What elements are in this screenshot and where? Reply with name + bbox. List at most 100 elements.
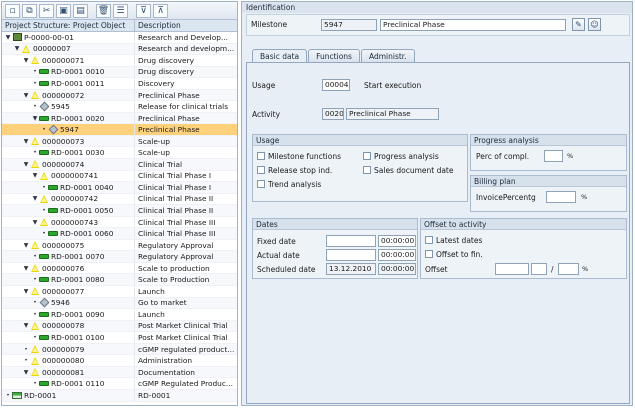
actual-date-field[interactable] (326, 249, 376, 261)
expand-toggle-icon[interactable]: ▼ (31, 219, 39, 226)
expand-toggle-icon[interactable]: ▼ (22, 242, 30, 249)
tree-row[interactable]: ▼ 000000077 Launch (2, 286, 237, 298)
release-stop-checkbox[interactable] (257, 166, 265, 174)
tree-row[interactable]: ▼ 000000073 Scale-up (2, 135, 237, 148)
activity-icon (39, 275, 49, 284)
fixed-date-label: Fixed date (257, 237, 296, 246)
tree-row[interactable]: ▼ 00000007 Research and developm... (2, 43, 237, 56)
tab-administration[interactable]: Administr. (360, 49, 415, 63)
tree-row[interactable]: • 5946 Go to market (2, 297, 237, 310)
expand-toggle-icon[interactable]: ▼ (22, 288, 30, 295)
expand-toggle-icon[interactable]: ▼ (13, 45, 21, 52)
tree-row[interactable]: • RD-0001 0010 Drug discovery (2, 66, 237, 79)
tree-row[interactable]: ▼ P-0000-00-01 Research and Develop... (2, 32, 237, 44)
offset-unit-field[interactable] (531, 263, 547, 275)
activity-icon-shape (39, 311, 49, 317)
tree-row[interactable]: • 000000080 Administration (2, 355, 237, 367)
tree-description-cell: Drug discovery (138, 67, 194, 77)
milestone-description-field[interactable]: Preclinical Phase (380, 19, 566, 31)
expand-toggle-icon[interactable]: ▼ (22, 161, 30, 168)
tree-row-selected[interactable]: • 5947 Preclinical Phase (2, 124, 237, 136)
paste-special-icon[interactable]: ▤ (73, 3, 88, 18)
project-definition-icon-shape (12, 33, 22, 42)
expand-toggle-icon[interactable]: ▼ (31, 115, 39, 122)
expand-toggle-icon[interactable]: ▼ (4, 34, 12, 41)
new-document-icon[interactable]: ▫ (5, 3, 20, 18)
fixed-time-field[interactable]: 00:00:00 (378, 235, 416, 247)
tree-row[interactable]: • RD-0001 0011 Discovery (2, 78, 237, 90)
tab-functions[interactable]: Functions (308, 49, 360, 63)
tree-description-cell: Regulatory Approval (138, 252, 214, 262)
expand-toggle-icon[interactable]: ▼ (22, 92, 30, 99)
progress-analysis-checkbox[interactable] (363, 152, 371, 160)
tree-row[interactable]: ▼ 0000000743 Clinical Trial Phase III (2, 216, 237, 229)
leaf-bullet-icon: • (33, 68, 37, 76)
expand-toggle-icon[interactable]: ▼ (22, 265, 30, 272)
leaf-bullet-icon: • (33, 276, 37, 284)
tree-row[interactable]: ▼ 000000078 Post Market Clinical Trial (2, 320, 237, 333)
expand-toggle-icon[interactable]: ▼ (22, 322, 30, 329)
tree-row[interactable]: ▼ 000000074 Clinical Trial (2, 159, 237, 171)
milestone-functions-checkbox[interactable] (257, 152, 265, 160)
paste-icon[interactable]: ▣ (56, 3, 71, 18)
leaf-bullet-icon: • (42, 230, 46, 238)
expand-toggle-icon[interactable]: ▼ (22, 57, 30, 64)
sales-document-date-checkbox[interactable] (363, 166, 371, 174)
expand-icon[interactable]: ⊽ (136, 3, 151, 18)
collapse-icon[interactable]: ⊼ (153, 3, 168, 18)
tree-row[interactable]: • RD-0001 0090 Launch (2, 309, 237, 321)
usage-field[interactable]: 00004 (322, 79, 350, 91)
offset-to-finish-checkbox[interactable] (425, 250, 433, 258)
activity-icon (39, 79, 49, 88)
delete-icon[interactable]: 🗑 (96, 3, 111, 18)
expand-toggle-icon[interactable]: ▼ (22, 138, 30, 145)
offset-value-field[interactable] (495, 263, 529, 275)
tree-row[interactable]: • RD-0001 0050 Clinical Trial Phase II (2, 205, 237, 217)
tree-row[interactable]: • RD-0001 0080 Scale to Production (2, 274, 237, 287)
actual-time-field[interactable]: 00:00:00 (378, 249, 416, 261)
expand-toggle-icon[interactable]: ▼ (31, 195, 39, 202)
copy-icon[interactable]: ⧉ (22, 3, 37, 18)
tree-row[interactable]: ▼ 0000000741 Clinical Trial Phase I (2, 170, 237, 183)
invoice-percentage-field[interactable] (546, 191, 576, 203)
tree-row[interactable]: • RD-0001 0030 Scale-up (2, 147, 237, 160)
edit-long-text-icon[interactable]: ✎ (572, 18, 585, 31)
milestone-number-field[interactable]: 5947 (321, 19, 377, 31)
project-definition-icon (12, 33, 22, 42)
responsible-person-icon[interactable]: ☺ (588, 18, 601, 31)
fixed-date-field[interactable] (326, 235, 376, 247)
tree-row[interactable]: ▼ 0000000742 Clinical Trial Phase II (2, 193, 237, 206)
wbs-element-icon-shape (31, 356, 39, 365)
tree-object-cell: • 000000079 (2, 343, 135, 355)
tree-row[interactable]: ▼ 000000071 Drug discovery (2, 55, 237, 67)
tree-row[interactable]: ▼ 000000072 Preclinical Phase (2, 89, 237, 102)
cut-icon[interactable]: ✂ (39, 3, 54, 18)
network-icon-shape (12, 391, 22, 399)
tree-object-cell: ▼ RD-0001 0020 (2, 112, 135, 124)
offset-percent-field[interactable] (558, 263, 579, 275)
tab-basic-data[interactable]: Basic data (252, 49, 308, 63)
perc-of-completion-field[interactable] (544, 150, 563, 162)
list-icon[interactable]: ☰ (113, 3, 128, 18)
tree-row[interactable]: ▼ 000000081 Documentation (2, 366, 237, 379)
tree-row[interactable]: • RD-0001 0100 Post Market Clinical Trial (2, 332, 237, 344)
tree-row[interactable]: • RD-0001 0040 Clinical Trial Phase I (2, 182, 237, 194)
tree-row[interactable]: • RD-0001 0110 cGMP Regulated Produc... (2, 378, 237, 390)
activity-number-field[interactable]: 0020 (322, 108, 344, 120)
tree-row[interactable]: • RD-0001 0070 Regulatory Approval (2, 251, 237, 263)
tree-row[interactable]: ▼ 000000076 Scale to production (2, 262, 237, 275)
tree-row[interactable]: • RD-0001 0060 Clinical Trial Phase III (2, 228, 237, 240)
tree-row[interactable]: ▼ RD-0001 0020 Preclinical Phase (2, 112, 237, 125)
trend-analysis-checkbox[interactable] (257, 180, 265, 188)
tree-row[interactable]: ▼ 000000075 Regulatory Approval (2, 239, 237, 252)
expand-toggle-icon[interactable]: ▼ (22, 369, 30, 376)
column-description[interactable]: Description (135, 20, 237, 31)
tree-object-id: 0000000743 (51, 217, 99, 227)
tree-row[interactable]: • RD-0001 RD-0001 (2, 389, 237, 402)
column-project-object[interactable]: Project Structure: Project Object (2, 20, 135, 31)
expand-toggle-icon[interactable]: ▼ (31, 172, 39, 179)
tree-row[interactable]: • 5945 Release for clinical trials (2, 101, 237, 113)
tree-row[interactable]: • 000000079 cGMP regulated product... (2, 343, 237, 356)
latest-dates-checkbox[interactable] (425, 236, 433, 244)
activity-icon-shape (39, 277, 49, 283)
